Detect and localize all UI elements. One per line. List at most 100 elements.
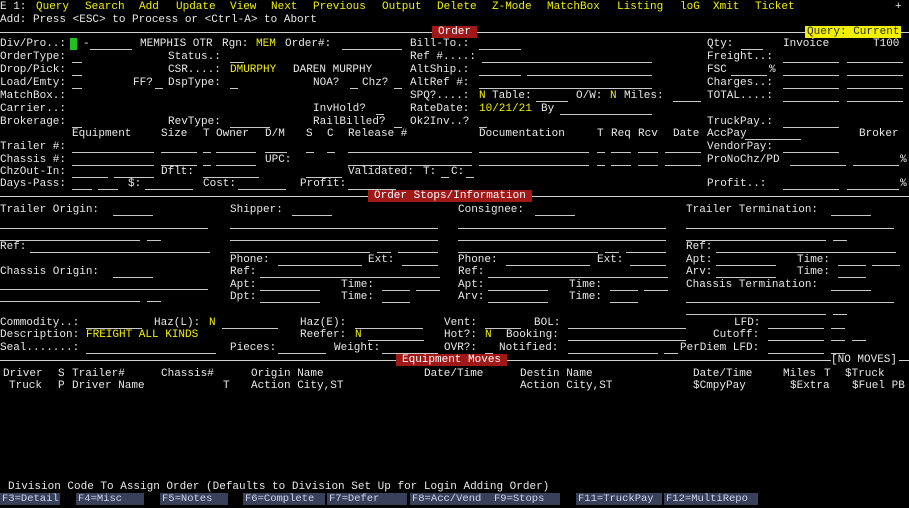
menu-query[interactable]: Query [36,1,69,13]
cutoff-input-3[interactable] [852,340,866,341]
menu-view[interactable]: View [230,1,256,13]
menu-next[interactable]: Next [271,1,297,13]
dsptype-input[interactable] [230,88,238,89]
shipper-address-1[interactable] [230,228,438,229]
charges-input[interactable] [783,88,839,89]
origin-address-1[interactable] [0,228,208,229]
shipper-phone-input[interactable] [278,265,362,266]
consignee-arv-time-input[interactable] [610,302,638,303]
menu-delete[interactable]: Delete [437,1,477,13]
trailer-s-input[interactable] [306,152,314,153]
dollar-input[interactable] [145,189,193,190]
fsc-pct-input[interactable] [731,75,767,76]
fkey-notes[interactable]: F5=Notes [160,493,228,505]
menu-previous[interactable]: Previous [313,1,366,13]
order-number-input[interactable] [342,49,402,50]
pronochz-input[interactable] [790,165,846,166]
termination-arv-time-input[interactable] [838,277,866,278]
trailer-type-input[interactable] [203,152,211,153]
altref-input[interactable] [479,88,652,89]
chassis-origin-address[interactable] [0,289,208,290]
total-input-2[interactable] [847,101,903,102]
consignee-state[interactable] [605,252,619,253]
shipper-dpt-time-input[interactable] [382,302,410,303]
menu-search[interactable]: Search [85,1,125,13]
altship-input[interactable] [479,75,521,76]
lfd-input-2[interactable] [831,328,845,329]
trailer-owner-input[interactable] [216,152,256,153]
doc-req-input-1[interactable] [611,152,631,153]
shipper-input[interactable] [292,215,332,216]
shipper-city[interactable] [230,252,370,253]
trailer-origin-input[interactable] [113,215,153,216]
menu-z-mode[interactable]: Z-Mode [492,1,532,13]
chz-input[interactable] [394,88,402,89]
trailer-size-input[interactable] [161,152,197,153]
menu-xmit[interactable]: Xmit [713,1,739,13]
ordertype-input[interactable] [72,62,82,63]
menu-add[interactable]: Add [139,1,159,13]
doc-rcv-input-2[interactable] [638,165,658,166]
shipper-apt-input[interactable] [260,290,320,291]
accpay-input[interactable] [745,139,801,140]
chassis-origin-state[interactable] [147,301,161,302]
miles-input[interactable] [673,101,701,102]
cutoff-input[interactable] [768,340,824,341]
doc-type-input-2[interactable] [597,165,605,166]
truckpay-input[interactable] [783,127,839,128]
pieces-input[interactable] [278,353,326,354]
consignee-input[interactable] [535,215,575,216]
reefer-input[interactable] [368,340,424,341]
chzout-input[interactable] [72,177,108,178]
doc-input-1[interactable] [479,152,589,153]
fsc-input[interactable] [783,75,839,76]
termination-apt-time-input-2[interactable] [872,265,900,266]
consignee-city[interactable] [458,252,598,253]
menu-matchbox[interactable]: MatchBox [547,1,600,13]
termination-ref-input[interactable] [716,252,896,253]
termination-address-1[interactable] [686,228,894,229]
termination-arv-input[interactable] [716,277,776,278]
trailer-dm-input[interactable] [265,152,287,153]
doc-rcv-input-1[interactable] [638,152,658,153]
trailer-termination-input[interactable] [831,215,871,216]
freight-input[interactable] [783,62,839,63]
consignee-apt-time-input-2[interactable] [644,290,668,291]
trailer-release-input[interactable] [348,152,472,153]
fkey-misc[interactable]: F4=Misc [76,493,144,505]
termination-apt-input[interactable] [716,265,776,266]
origin-state[interactable] [147,240,161,241]
hazl-input[interactable] [222,328,278,329]
profit2-pct-input[interactable] [847,189,899,190]
chassis-equipment-input[interactable] [72,165,154,166]
consignee-ext-input[interactable] [630,265,666,266]
chassis-origin-city[interactable] [0,301,140,302]
seal-input[interactable] [86,353,216,354]
termination-state[interactable] [833,240,847,241]
qty-input[interactable] [741,49,763,50]
droppick-input[interactable] [72,75,82,76]
fkey-detail[interactable]: F3=Detail [0,493,60,505]
booking-input[interactable] [568,340,686,341]
shipper-dpt-input[interactable] [260,302,320,303]
fsc-input-2[interactable] [847,75,903,76]
consignee-address-1[interactable] [458,228,666,229]
chassis-termination-state[interactable] [833,314,847,315]
fkey-multirepo[interactable]: F12=MultiRepo [664,493,758,505]
shipper-ext-input[interactable] [402,265,438,266]
notified-input[interactable] [568,353,658,354]
loademty-input[interactable] [72,88,82,89]
fkey-truckpay[interactable]: F11=TruckPay [576,493,662,505]
shipper-zip[interactable] [398,252,438,253]
ff-input[interactable] [155,88,163,89]
menu-ticket[interactable]: Ticket [755,1,795,13]
dayspass-input-1[interactable] [72,189,92,190]
shipper-apt-time-input-2[interactable] [416,290,440,291]
shipper-ref-input[interactable] [260,277,440,278]
profit2-input[interactable] [783,189,839,190]
ref-input[interactable] [482,62,652,63]
fkey-defer[interactable]: F7=Defer [327,493,407,505]
chassis-termination-address[interactable] [686,302,894,303]
chassis-origin-input[interactable] [113,277,153,278]
validated-c-input[interactable] [466,177,474,178]
